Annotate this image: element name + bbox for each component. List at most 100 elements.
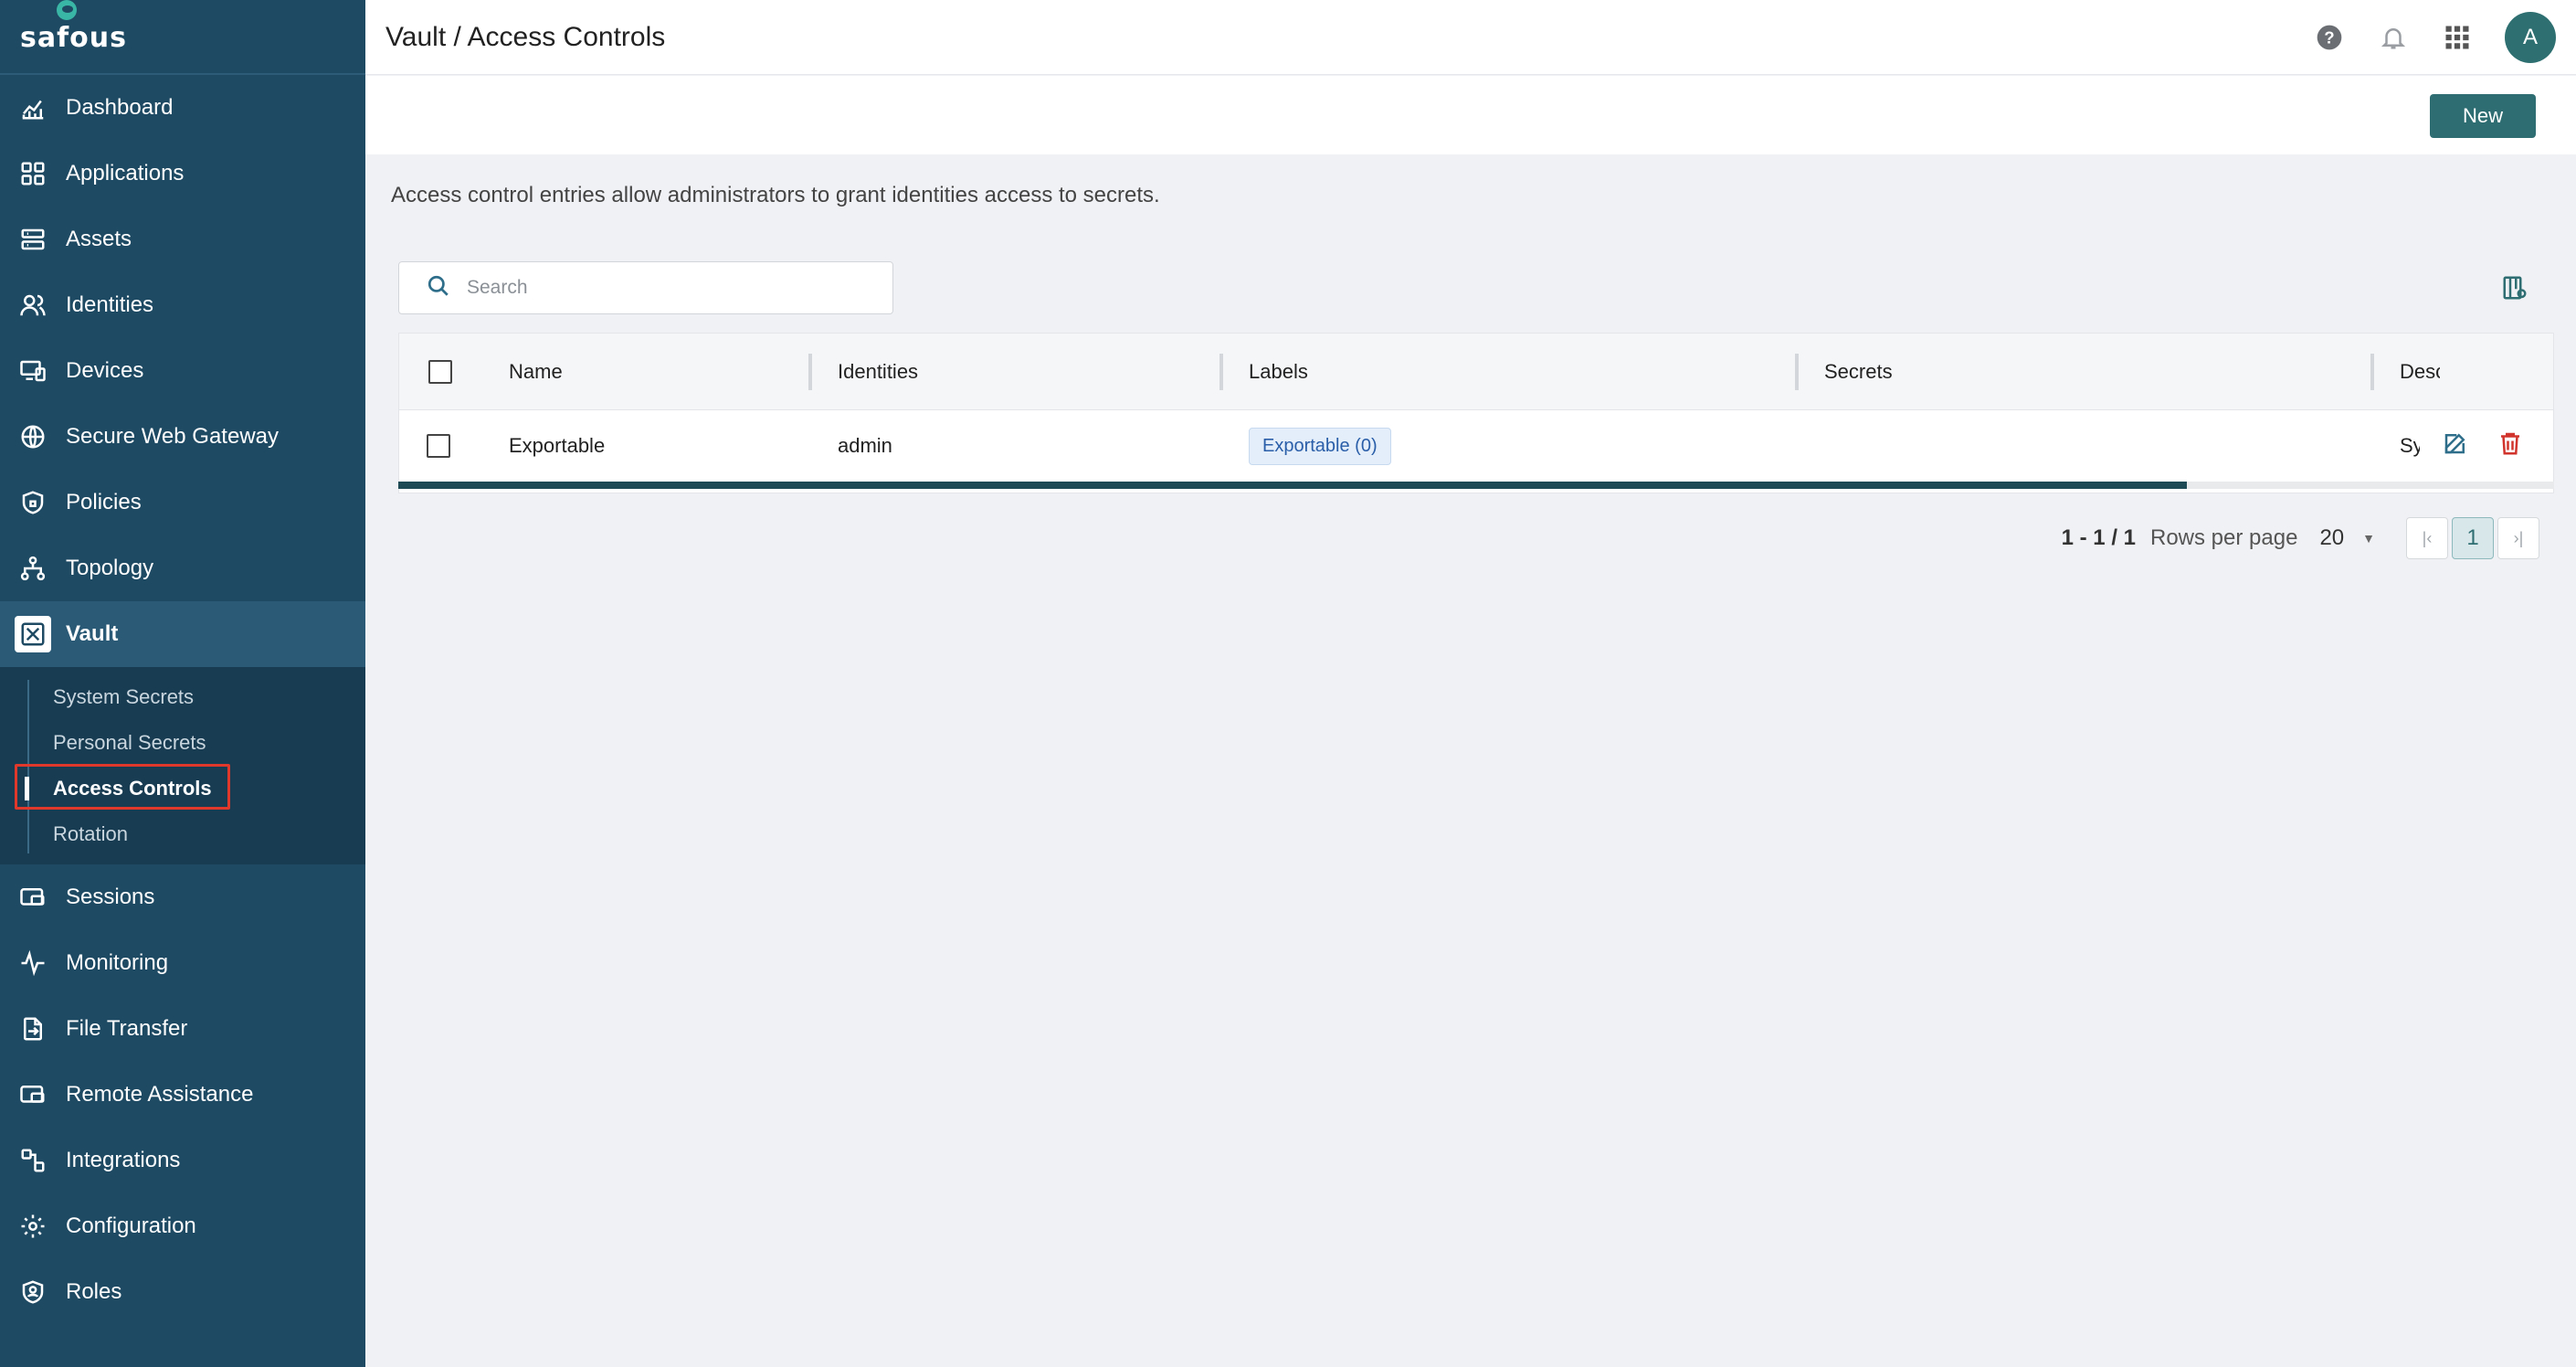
submenu-item-system-secrets[interactable]: System Secrets bbox=[0, 674, 365, 720]
avatar[interactable]: A bbox=[2505, 12, 2556, 63]
column-resizer[interactable] bbox=[1795, 354, 1799, 390]
sidebar-item-label: Roles bbox=[66, 1279, 122, 1304]
table-row[interactable]: Exportable admin Exportable (0) Sy bbox=[399, 410, 2553, 482]
server-icon bbox=[18, 225, 48, 254]
row-checkbox-cell bbox=[427, 410, 450, 482]
table-header: Name Identities Labels Secrets Descripti… bbox=[399, 334, 2553, 410]
sidebar-item-sessions[interactable]: Sessions bbox=[0, 864, 365, 930]
cell-labels: Exportable (0) bbox=[1249, 410, 1391, 482]
column-resizer[interactable] bbox=[2370, 354, 2374, 390]
sidebar-item-monitoring[interactable]: Monitoring bbox=[0, 930, 365, 996]
sidebar-item-devices[interactable]: Devices bbox=[0, 338, 365, 404]
sidebar-item-configuration[interactable]: Configuration bbox=[0, 1193, 365, 1259]
sidebar-item-secure-web-gateway[interactable]: Secure Web Gateway bbox=[0, 404, 365, 470]
row-checkbox[interactable] bbox=[427, 434, 450, 458]
row-actions bbox=[2420, 410, 2553, 482]
sidebar-item-label: Remote Assistance bbox=[66, 1082, 254, 1107]
page-description: Access control entries allow administrat… bbox=[391, 183, 1160, 207]
remote-icon bbox=[18, 1080, 48, 1109]
column-header-labels[interactable]: Labels bbox=[1249, 334, 1308, 409]
sidebar-item-policies[interactable]: Policies bbox=[0, 470, 365, 535]
column-header-name[interactable]: Name bbox=[509, 334, 563, 409]
select-all-checkbox[interactable] bbox=[428, 359, 452, 384]
sidebar-item-label: Dashboard bbox=[66, 95, 174, 120]
sidebar-item-roles[interactable]: Roles bbox=[0, 1259, 365, 1325]
roles-icon bbox=[18, 1277, 48, 1307]
submenu-item-rotation[interactable]: Rotation bbox=[0, 811, 365, 857]
grid-icon bbox=[18, 159, 48, 188]
top-bar: Vault / Access Controls ? A bbox=[365, 0, 2576, 75]
sidebar-item-vault[interactable]: Vault bbox=[0, 601, 365, 667]
last-page-button[interactable]: ›| bbox=[2497, 517, 2539, 559]
sidebar-item-label: Applications bbox=[66, 161, 185, 185]
select-all-checkbox-cell bbox=[428, 334, 452, 409]
label-chip[interactable]: Exportable (0) bbox=[1249, 427, 1391, 465]
pagination-range: 1 - 1 / 1 bbox=[2061, 525, 2136, 550]
sidebar-item-topology[interactable]: Topology bbox=[0, 535, 365, 601]
devices-icon bbox=[18, 356, 48, 386]
sidebar-item-label: Integrations bbox=[66, 1148, 181, 1172]
submenu-item-personal-secrets[interactable]: Personal Secrets bbox=[0, 720, 365, 766]
sidebar-item-label: Configuration bbox=[66, 1213, 196, 1238]
delete-icon[interactable] bbox=[2497, 429, 2524, 462]
horizontal-scrollbar-track[interactable] bbox=[2187, 482, 2554, 489]
pagination: 1 - 1 / 1 Rows per page 20 ▼ |‹ 1 ›| bbox=[2062, 517, 2539, 559]
rows-per-page-select[interactable]: 20 bbox=[2319, 525, 2344, 551]
sidebar-item-label: Secure Web Gateway bbox=[66, 424, 280, 449]
integrations-icon bbox=[18, 1146, 48, 1175]
sidebar-item-label: Assets bbox=[66, 227, 132, 251]
sidebar-item-label: Policies bbox=[66, 490, 142, 514]
sidebar-item-file-transfer[interactable]: File Transfer bbox=[0, 996, 365, 1062]
shield-icon bbox=[18, 488, 48, 517]
chart-line-icon bbox=[18, 93, 48, 122]
sidebar-item-identities[interactable]: Identities bbox=[0, 272, 365, 338]
sidebar-item-remote-assistance[interactable]: Remote Assistance bbox=[0, 1062, 365, 1128]
gear-icon bbox=[18, 1212, 48, 1241]
page-button-current[interactable]: 1 bbox=[2452, 517, 2494, 559]
logo-mark-icon bbox=[55, 0, 82, 20]
sidebar-item-label: Topology bbox=[66, 556, 154, 580]
sidebar-item-applications[interactable]: Applications bbox=[0, 141, 365, 207]
bell-icon[interactable] bbox=[2377, 21, 2410, 54]
file-transfer-icon bbox=[18, 1014, 48, 1044]
breadcrumb: Vault / Access Controls bbox=[385, 21, 666, 52]
search-input[interactable] bbox=[467, 277, 850, 299]
users-icon bbox=[18, 291, 48, 320]
sidebar-item-assets[interactable]: Assets bbox=[0, 207, 365, 272]
highlight-box bbox=[15, 764, 230, 810]
help-icon[interactable]: ? bbox=[2313, 21, 2346, 54]
column-header-secrets[interactable]: Secrets bbox=[1824, 334, 1893, 409]
column-resizer[interactable] bbox=[1219, 354, 1223, 390]
top-icons: ? A bbox=[2313, 0, 2556, 75]
edit-icon[interactable] bbox=[2442, 429, 2469, 462]
sidebar-item-label: Sessions bbox=[66, 885, 155, 909]
nav-list: Dashboard Applications Assets Identities… bbox=[0, 75, 365, 667]
search-box[interactable] bbox=[398, 261, 893, 314]
action-bar: New bbox=[365, 76, 2576, 154]
column-header-description[interactable]: Description bbox=[2400, 334, 2440, 409]
svg-text:?: ? bbox=[2324, 28, 2334, 48]
apps-grid-icon[interactable] bbox=[2441, 21, 2474, 54]
logo[interactable]: safous bbox=[0, 0, 365, 73]
caret-down-icon[interactable]: ▼ bbox=[2362, 531, 2375, 546]
cell-name: Exportable bbox=[509, 434, 606, 457]
globe-icon bbox=[18, 422, 48, 451]
sidebar-item-integrations[interactable]: Integrations bbox=[0, 1128, 365, 1193]
sidebar-item-label: Identities bbox=[66, 292, 154, 317]
nav-list-lower: Sessions Monitoring File Transfer Remote… bbox=[0, 864, 365, 1325]
sidebar-item-label: Monitoring bbox=[66, 950, 169, 975]
rows-per-page-label: Rows per page bbox=[2150, 525, 2298, 550]
first-page-button[interactable]: |‹ bbox=[2406, 517, 2448, 559]
column-resizer[interactable] bbox=[808, 354, 812, 390]
sidebar-item-label: File Transfer bbox=[66, 1016, 188, 1041]
sidebar-item-dashboard[interactable]: Dashboard bbox=[0, 75, 365, 141]
column-settings-icon[interactable] bbox=[2501, 274, 2528, 302]
sessions-icon bbox=[18, 883, 48, 912]
sidebar-item-label: Devices bbox=[66, 358, 144, 383]
logo-text: safous bbox=[20, 22, 127, 54]
horizontal-scrollbar-thumb[interactable] bbox=[398, 482, 2187, 489]
vault-icon bbox=[15, 616, 51, 652]
search-icon bbox=[427, 274, 450, 302]
new-button[interactable]: New bbox=[2430, 94, 2536, 138]
column-header-identities[interactable]: Identities bbox=[838, 334, 918, 409]
